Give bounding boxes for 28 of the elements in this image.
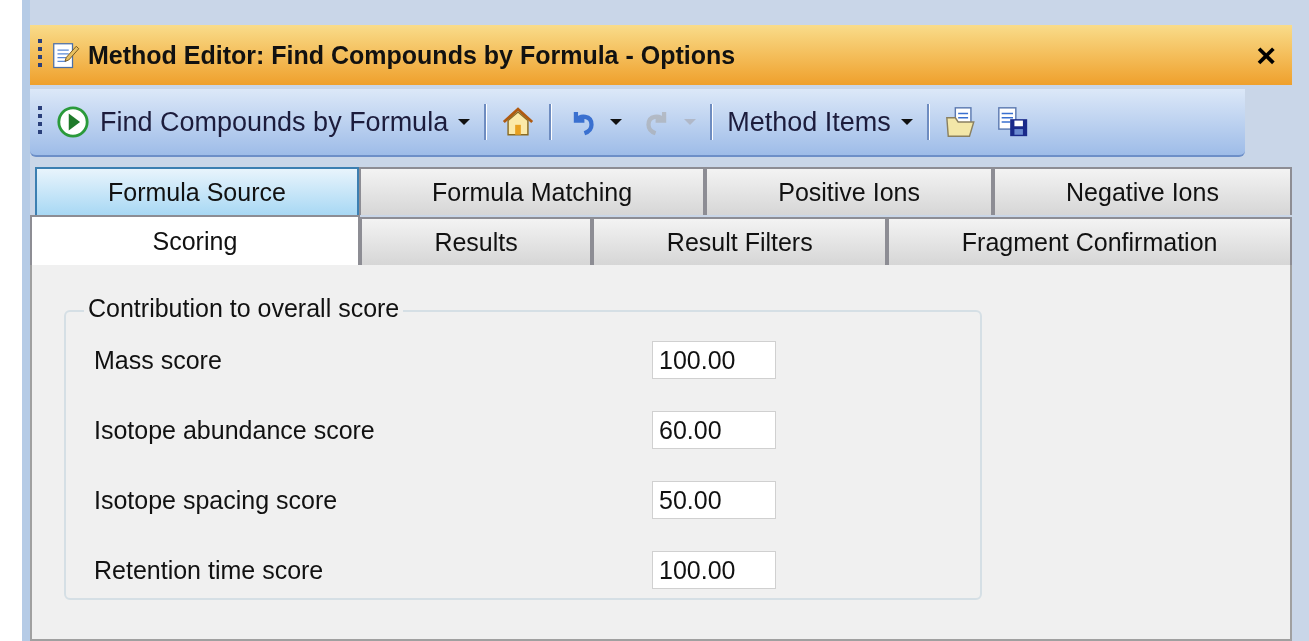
play-icon — [56, 105, 90, 139]
tab[interactable]: Result Filters — [592, 217, 888, 265]
tab[interactable]: Negative Ions — [993, 167, 1292, 215]
close-button[interactable]: × — [1250, 38, 1282, 72]
run-button[interactable]: Find Compounds by Formula — [52, 103, 475, 141]
caret-icon — [900, 119, 913, 125]
score-field[interactable]: 60.00 — [652, 411, 776, 449]
tab[interactable]: Scoring — [30, 215, 360, 265]
field-label: Isotope abundance score — [94, 415, 376, 445]
tab[interactable]: Results — [359, 217, 593, 265]
menu-button[interactable]: Method Items — [723, 104, 917, 140]
field-label: Isotope spacing score — [94, 485, 339, 515]
score-field[interactable]: 100.00 — [652, 341, 776, 379]
caret-icon — [610, 119, 623, 125]
tab[interactable]: Formula Source — [35, 167, 359, 215]
tab[interactable]: Fragment Confirmation — [887, 217, 1292, 265]
window-title: Method Editor: Find Compounds by Formula - Options — [88, 40, 737, 70]
caret-icon — [458, 119, 471, 125]
score-field[interactable]: 50.00 — [652, 481, 776, 519]
tab[interactable]: Positive Ions — [705, 167, 993, 215]
save-icon — [995, 105, 1030, 139]
notepad-pencil-icon — [50, 40, 80, 70]
tab[interactable]: Formula Matching — [358, 167, 706, 215]
folder-document-icon — [943, 105, 978, 139]
field-label: Retention time score — [94, 555, 325, 585]
caret-icon — [684, 119, 697, 125]
score-field[interactable]: 100.00 — [652, 551, 776, 589]
field-label: Mass score — [94, 345, 223, 375]
